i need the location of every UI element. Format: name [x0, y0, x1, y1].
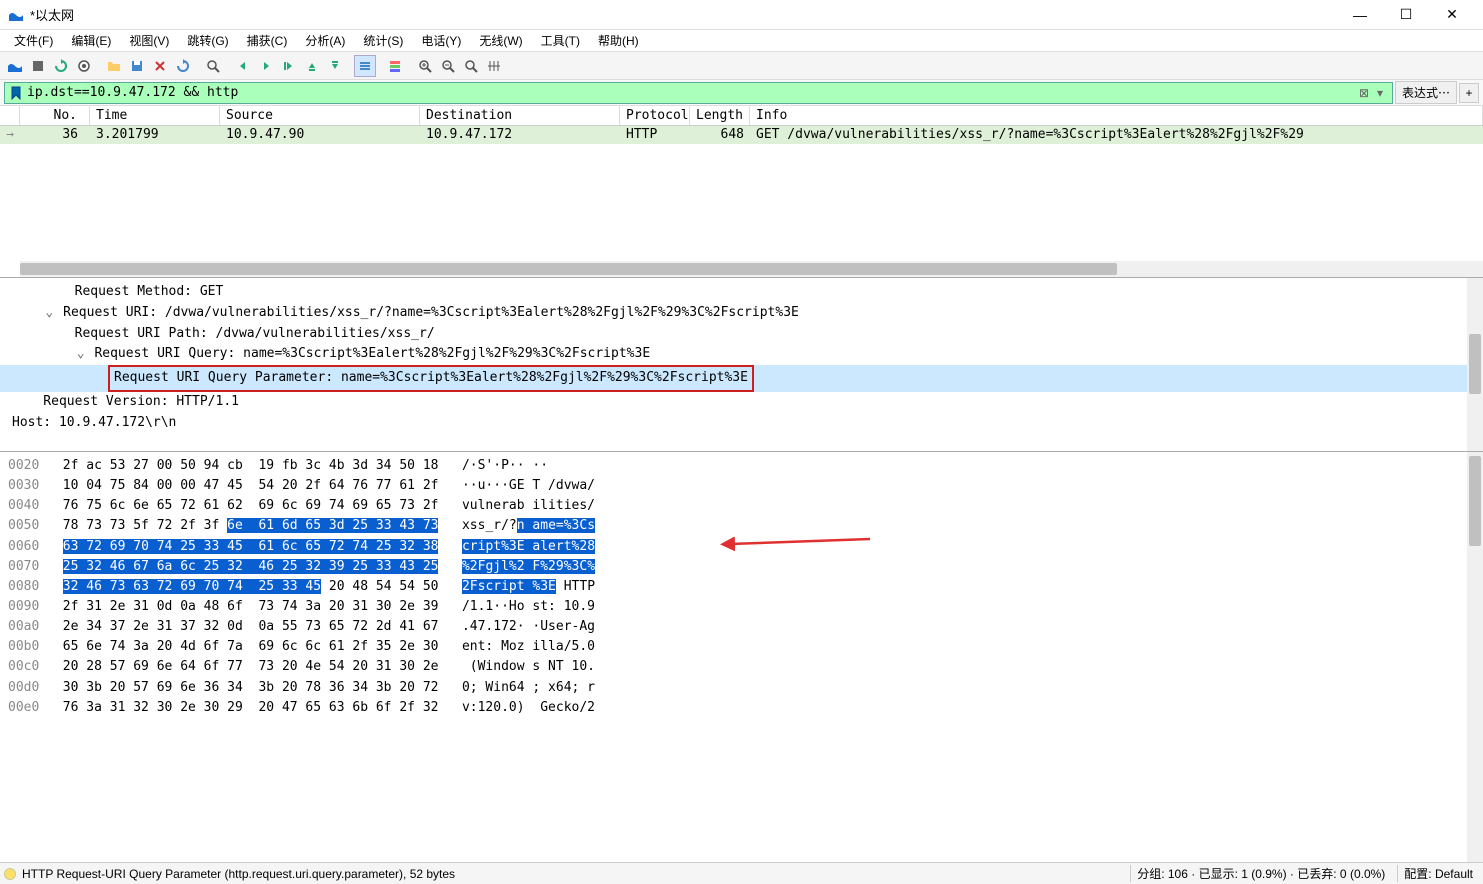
col-header-info[interactable]: Info	[750, 106, 1483, 125]
go-last-icon[interactable]	[324, 55, 346, 77]
expander-icon[interactable]: ⌄	[43, 303, 55, 324]
display-filter-input[interactable]	[27, 85, 1356, 100]
menu-statistics[interactable]: 统计(S)	[355, 30, 411, 51]
expression-button[interactable]: 表达式⋯	[1395, 81, 1457, 104]
hex-line[interactable]: 00d0 30 3b 20 57 69 6e 36 34 3b 20 78 36…	[8, 678, 1475, 698]
start-capture-icon[interactable]	[4, 55, 26, 77]
go-forward-icon[interactable]	[255, 55, 277, 77]
cell-destination: 10.9.47.172	[420, 126, 620, 144]
hex-line[interactable]: 0040 76 75 6c 6e 65 72 61 62 69 6c 69 74…	[8, 496, 1475, 516]
add-filter-button[interactable]: +	[1459, 83, 1479, 103]
resize-columns-icon[interactable]	[483, 55, 505, 77]
highlighted-field: Request URI Query Parameter: name=%3Cscr…	[108, 365, 754, 392]
cell-source: 10.9.47.90	[220, 126, 420, 144]
expert-info-icon[interactable]	[4, 868, 16, 880]
hex-line[interactable]: 0090 2f 31 2e 31 0d 0a 48 6f 73 74 3a 20…	[8, 597, 1475, 617]
minimize-button[interactable]: —	[1337, 0, 1383, 30]
close-file-icon[interactable]	[149, 55, 171, 77]
colorize-icon[interactable]	[384, 55, 406, 77]
maximize-button[interactable]: ☐	[1383, 0, 1429, 30]
hex-line[interactable]: 0050 78 73 73 5f 72 2f 3f 6e 61 6d 65 3d…	[8, 516, 1475, 536]
hex-scrollbar[interactable]	[1467, 452, 1483, 862]
menu-analyze[interactable]: 分析(A)	[297, 30, 353, 51]
auto-scroll-icon[interactable]	[354, 55, 376, 77]
menu-help[interactable]: 帮助(H)	[590, 30, 647, 51]
cell-protocol: HTTP	[620, 126, 690, 144]
hex-line[interactable]: 00b0 65 6e 74 3a 20 4d 6f 7a 69 6c 6c 61…	[8, 637, 1475, 657]
detail-uri-path[interactable]: Request URI Path: /dvwa/vulnerabilities/…	[0, 324, 1483, 345]
packet-list-header: No. Time Source Destination Protocol Len…	[0, 106, 1483, 126]
bookmark-icon[interactable]	[9, 86, 23, 100]
find-icon[interactable]	[202, 55, 224, 77]
close-button[interactable]: ✕	[1429, 0, 1475, 30]
menu-tools[interactable]: 工具(T)	[533, 30, 588, 51]
menu-view[interactable]: 视图(V)	[121, 30, 177, 51]
reload-icon[interactable]	[172, 55, 194, 77]
zoom-out-icon[interactable]	[437, 55, 459, 77]
related-arrow-icon: →	[0, 126, 20, 144]
menu-file[interactable]: 文件(F)	[6, 30, 61, 51]
hex-line[interactable]: 00e0 76 3a 31 32 30 2e 30 29 20 47 65 63…	[8, 698, 1475, 718]
hex-line[interactable]: 0060 63 72 69 70 74 25 33 45 61 6c 65 72…	[8, 537, 1475, 557]
go-to-packet-icon[interactable]	[278, 55, 300, 77]
titlebar: *以太网 — ☐ ✕	[0, 0, 1483, 30]
col-header-length[interactable]: Length	[690, 106, 750, 125]
packet-bytes-pane[interactable]: 0020 2f ac 53 27 00 50 94 cb 19 fb 3c 4b…	[0, 452, 1483, 862]
status-profile[interactable]: 配置: Default	[1397, 865, 1479, 882]
details-scrollbar[interactable]	[1467, 278, 1483, 451]
hex-line[interactable]: 0020 2f ac 53 27 00 50 94 cb 19 fb 3c 4b…	[8, 456, 1475, 476]
wireshark-icon	[8, 7, 24, 23]
detail-uri-query[interactable]: ⌄ Request URI Query: name=%3Cscript%3Eal…	[0, 344, 1483, 365]
window-title: *以太网	[30, 5, 1337, 24]
detail-request-version[interactable]: Request Version: HTTP/1.1	[0, 392, 1483, 413]
detail-request-method[interactable]: Request Method: GET	[0, 282, 1483, 303]
zoom-reset-icon[interactable]	[460, 55, 482, 77]
col-header-protocol[interactable]: Protocol	[620, 106, 690, 125]
packet-row[interactable]: → 36 3.201799 10.9.47.90 10.9.47.172 HTT…	[0, 126, 1483, 144]
col-header-source[interactable]: Source	[220, 106, 420, 125]
col-header-destination[interactable]: Destination	[420, 106, 620, 125]
menubar: 文件(F) 编辑(E) 视图(V) 跳转(G) 捕获(C) 分析(A) 统计(S…	[0, 30, 1483, 52]
hex-line[interactable]: 00c0 20 28 57 69 6e 64 6f 77 73 20 4e 54…	[8, 657, 1475, 677]
col-header-no[interactable]: No.	[20, 106, 90, 125]
capture-options-icon[interactable]	[73, 55, 95, 77]
status-packets: 分组: 106 · 已显示: 1 (0.9%) · 已丢弃: 0 (0.0%)	[1130, 865, 1391, 882]
window-controls: — ☐ ✕	[1337, 0, 1475, 30]
clear-filter-icon[interactable]: ⊠	[1356, 85, 1372, 101]
hex-line[interactable]: 0080 32 46 73 63 72 69 70 74 25 33 45 20…	[8, 577, 1475, 597]
zoom-in-icon[interactable]	[414, 55, 436, 77]
menu-edit[interactable]: 编辑(E)	[63, 30, 119, 51]
stop-capture-icon[interactable]	[27, 55, 49, 77]
filter-input-wrap: ⊠ ▾	[4, 82, 1393, 104]
menu-capture[interactable]: 捕获(C)	[239, 30, 296, 51]
menu-telephony[interactable]: 电话(Y)	[413, 30, 469, 51]
statusbar: HTTP Request-URI Query Parameter (http.r…	[0, 862, 1483, 884]
go-first-icon[interactable]	[301, 55, 323, 77]
toolbar	[0, 52, 1483, 80]
restart-capture-icon[interactable]	[50, 55, 72, 77]
packet-details-pane: Request Method: GET ⌄ Request URI: /dvwa…	[0, 278, 1483, 452]
cell-time: 3.201799	[90, 126, 220, 144]
status-field-info: HTTP Request-URI Query Parameter (http.r…	[22, 867, 455, 881]
detail-host[interactable]: Host: 10.9.47.172\r\n	[0, 413, 1483, 434]
cell-info: GET /dvwa/vulnerabilities/xss_r/?name=%3…	[750, 126, 1483, 144]
filter-dropdown-icon[interactable]: ▾	[1372, 86, 1388, 100]
hex-line[interactable]: 0030 10 04 75 84 00 00 47 45 54 20 2f 64…	[8, 476, 1475, 496]
expander-icon[interactable]: ⌄	[75, 344, 87, 365]
save-file-icon[interactable]	[126, 55, 148, 77]
detail-uri-query-param[interactable]: Request URI Query Parameter: name=%3Cscr…	[0, 365, 1483, 392]
hex-line[interactable]: 00a0 2e 34 37 2e 31 37 32 0d 0a 55 73 65…	[8, 617, 1475, 637]
hex-line[interactable]: 0070 25 32 46 67 6a 6c 25 32 46 25 32 39…	[8, 557, 1475, 577]
menu-wireless[interactable]: 无线(W)	[471, 30, 530, 51]
menu-go[interactable]: 跳转(G)	[179, 30, 236, 51]
col-header-time[interactable]: Time	[90, 106, 220, 125]
filter-bar: ⊠ ▾ 表达式⋯ +	[0, 80, 1483, 106]
packet-list-pane: No. Time Source Destination Protocol Len…	[0, 106, 1483, 278]
open-file-icon[interactable]	[103, 55, 125, 77]
cell-length: 648	[690, 126, 750, 144]
packet-list-hscrollbar[interactable]	[20, 261, 1483, 277]
detail-request-uri[interactable]: ⌄ Request URI: /dvwa/vulnerabilities/xss…	[0, 303, 1483, 324]
go-back-icon[interactable]	[232, 55, 254, 77]
cell-no: 36	[20, 126, 90, 144]
